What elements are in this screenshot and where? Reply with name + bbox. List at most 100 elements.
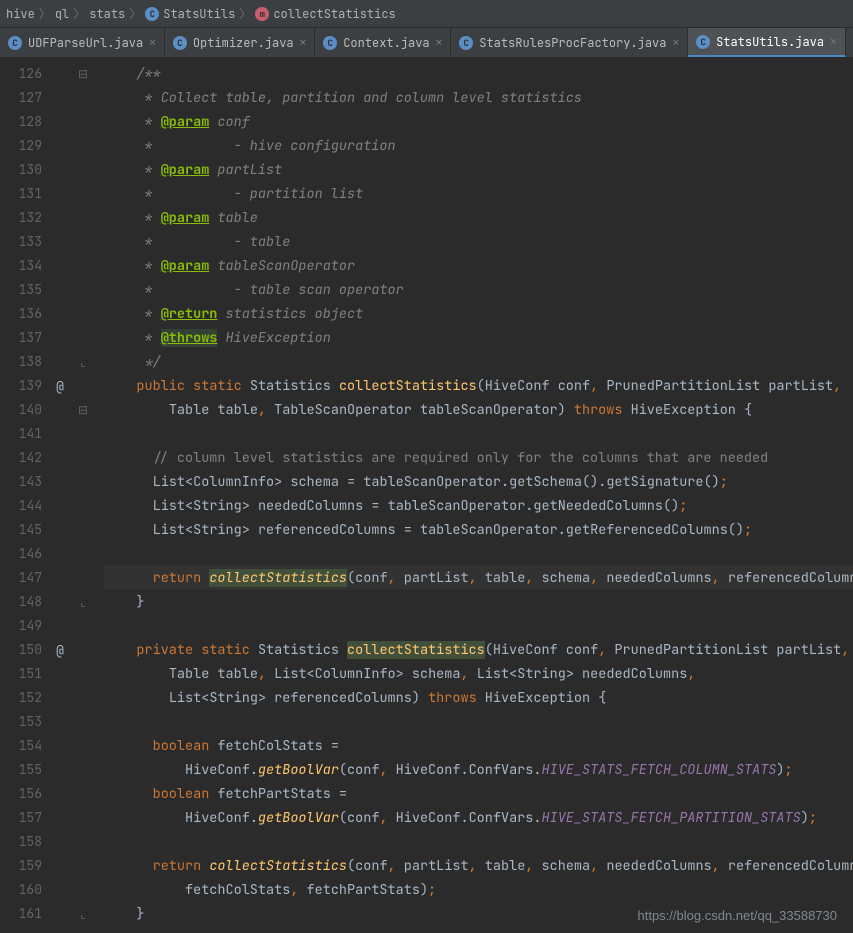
code-line[interactable]: boolean fetchColStats = (104, 734, 853, 758)
breadcrumb-item[interactable]: stats (89, 6, 125, 22)
code-line[interactable] (104, 614, 853, 638)
line-number[interactable]: 141 (0, 422, 42, 446)
tab-label: UDFParseUrl.java (28, 35, 143, 51)
line-number[interactable]: 153 (0, 710, 42, 734)
close-icon[interactable]: ✕ (436, 36, 443, 50)
line-number[interactable]: 133 (0, 230, 42, 254)
code-line[interactable]: return collectStatistics(conf, partList,… (104, 566, 853, 590)
editor-tabs: C UDFParseUrl.java ✕ C Optimizer.java ✕ C Con… (0, 28, 853, 58)
line-number[interactable]: 128 (0, 110, 42, 134)
code-line[interactable]: boolean fetchPartStats = (104, 782, 853, 806)
editor-tab[interactable]: CStatsRulesProcFactory.java✕ (451, 28, 688, 57)
line-number[interactable]: 138 (0, 350, 42, 374)
tab-label: Context.java (343, 35, 429, 51)
code-line[interactable]: private static Statistics collectStatist… (104, 638, 853, 662)
editor-tab[interactable]: CAnnotateWithStatistics (846, 28, 853, 57)
line-number[interactable]: 151 (0, 662, 42, 686)
code-line[interactable] (104, 710, 853, 734)
code-line[interactable]: HiveConf.getBoolVar(conf, HiveConf.ConfV… (104, 806, 853, 830)
close-icon[interactable]: ✕ (672, 36, 679, 50)
line-number[interactable]: 158 (0, 830, 42, 854)
line-number[interactable]: 136 (0, 302, 42, 326)
code-line[interactable] (104, 830, 853, 854)
code-line[interactable]: * - hive configuration (104, 134, 853, 158)
gutter-fold-icons[interactable]: ⊟⌞⊟⌞⌞ (70, 58, 96, 933)
code-line[interactable]: * - partition list (104, 182, 853, 206)
line-number[interactable]: 143 (0, 470, 42, 494)
line-number[interactable]: 131 (0, 182, 42, 206)
code-content[interactable]: /** * Collect table, partition and colum… (96, 58, 853, 933)
code-line[interactable]: HiveConf.getBoolVar(conf, HiveConf.ConfV… (104, 758, 853, 782)
code-line[interactable]: * @return statistics object (104, 302, 853, 326)
line-number[interactable]: 156 (0, 782, 42, 806)
breadcrumb-item[interactable]: ql (55, 6, 69, 22)
breadcrumb-item[interactable]: mcollectStatistics (255, 6, 395, 22)
close-icon[interactable]: ✕ (830, 35, 837, 49)
code-line[interactable]: * @param partList (104, 158, 853, 182)
line-number[interactable]: 150 (0, 638, 42, 662)
line-number[interactable]: 159 (0, 854, 42, 878)
line-number[interactable]: 135 (0, 278, 42, 302)
chevron-right-icon: 〉 (73, 5, 85, 22)
line-number[interactable]: 152 (0, 686, 42, 710)
gutter-annotations[interactable]: @@ (50, 58, 70, 933)
code-line[interactable]: * - table (104, 230, 853, 254)
class-icon: C (173, 36, 187, 50)
line-number[interactable]: 132 (0, 206, 42, 230)
line-number[interactable]: 154 (0, 734, 42, 758)
tab-label: Optimizer.java (193, 35, 294, 51)
line-number[interactable]: 142 (0, 446, 42, 470)
close-icon[interactable]: ✕ (149, 36, 156, 50)
code-line[interactable]: List<ColumnInfo> schema = tableScanOpera… (104, 470, 853, 494)
line-number[interactable]: 129 (0, 134, 42, 158)
code-line[interactable]: */ (104, 350, 853, 374)
editor-tab[interactable]: CUDFParseUrl.java✕ (0, 28, 165, 57)
line-number[interactable]: 160 (0, 878, 42, 902)
code-line[interactable]: * @param tableScanOperator (104, 254, 853, 278)
line-number[interactable]: 147 (0, 566, 42, 590)
code-line[interactable]: public static Statistics collectStatisti… (104, 374, 853, 398)
class-icon: C (323, 36, 337, 50)
code-line[interactable] (104, 422, 853, 446)
breadcrumb-item[interactable]: hive (6, 6, 35, 22)
code-line[interactable]: Table table, TableScanOperator tableScan… (104, 398, 853, 422)
editor-tab[interactable]: CStatsUtils.java✕ (688, 28, 846, 57)
line-number[interactable]: 149 (0, 614, 42, 638)
code-line[interactable]: List<String> neededColumns = tableScanOp… (104, 494, 853, 518)
line-number[interactable]: 148 (0, 590, 42, 614)
line-number[interactable]: 139 (0, 374, 42, 398)
code-line[interactable]: fetchColStats, fetchPartStats); (104, 878, 853, 902)
breadcrumb-item[interactable]: CStatsUtils (145, 6, 235, 22)
line-number[interactable]: 134 (0, 254, 42, 278)
editor-tab[interactable]: C Optimizer.java ✕ (165, 28, 315, 57)
line-number[interactable]: 157 (0, 806, 42, 830)
code-line[interactable]: List<String> referencedColumns = tableSc… (104, 518, 853, 542)
code-line[interactable]: * @param conf (104, 110, 853, 134)
line-number[interactable]: 140 (0, 398, 42, 422)
line-number[interactable]: 126 (0, 62, 42, 86)
code-line[interactable]: * @param table (104, 206, 853, 230)
code-line[interactable]: /** (104, 62, 853, 86)
line-number[interactable]: 137 (0, 326, 42, 350)
code-line[interactable]: return collectStatistics(conf, partList,… (104, 854, 853, 878)
code-line[interactable]: } (104, 590, 853, 614)
code-line[interactable]: * Collect table, partition and column le… (104, 86, 853, 110)
code-line[interactable] (104, 542, 853, 566)
editor-tab[interactable]: C Context.java ✕ (315, 28, 451, 57)
line-number[interactable]: 130 (0, 158, 42, 182)
line-number[interactable]: 155 (0, 758, 42, 782)
code-line[interactable]: * - table scan operator (104, 278, 853, 302)
line-number[interactable]: 161 (0, 902, 42, 926)
code-line[interactable]: Table table, List<ColumnInfo> schema, Li… (104, 662, 853, 686)
close-icon[interactable]: ✕ (300, 36, 307, 50)
method-icon: m (255, 7, 269, 21)
line-number[interactable]: 145 (0, 518, 42, 542)
code-line[interactable]: List<String> referencedColumns) throws H… (104, 686, 853, 710)
code-line[interactable]: // column level statistics are required … (104, 446, 853, 470)
tab-label: StatsRulesProcFactory.java (479, 35, 666, 51)
line-number-gutter[interactable]: 1261271281291301311321331341351361371381… (0, 58, 50, 933)
line-number[interactable]: 144 (0, 494, 42, 518)
code-line[interactable]: * @throws HiveException (104, 326, 853, 350)
line-number[interactable]: 127 (0, 86, 42, 110)
line-number[interactable]: 146 (0, 542, 42, 566)
